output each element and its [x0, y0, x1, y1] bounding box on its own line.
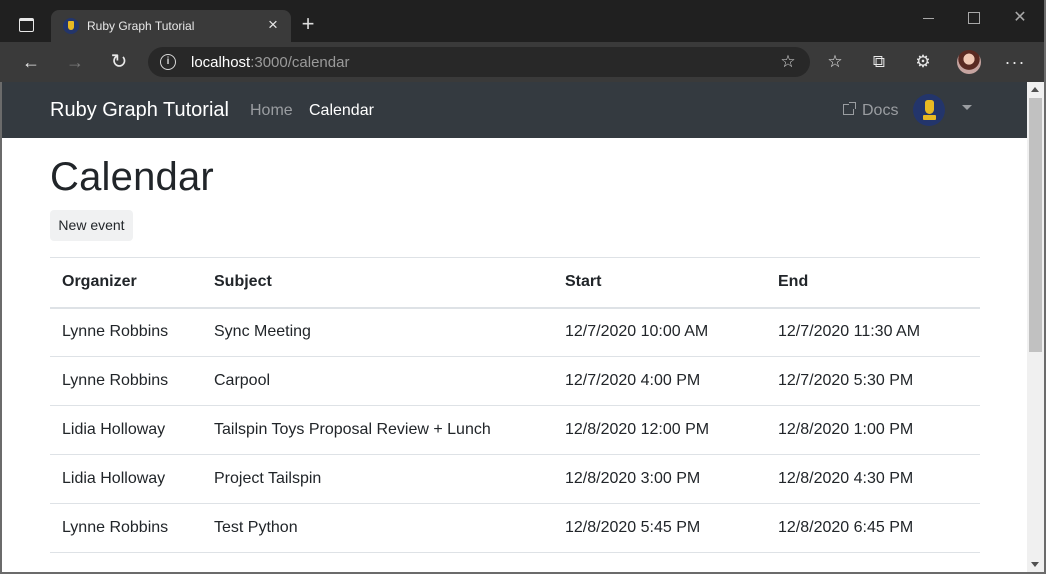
extensions-icon[interactable]: ⚙	[911, 50, 935, 74]
minimize-icon[interactable]	[917, 6, 941, 30]
cell-subject: Carpool	[202, 356, 553, 406]
browser-tab-bar: Ruby Graph Tutorial × + ✕	[0, 0, 1046, 42]
cell-subject: Sync Meeting	[202, 307, 553, 357]
forward-icon[interactable]: →	[63, 50, 87, 74]
table-row: Lynne Robbins Sync Meeting 12/7/2020 10:…	[50, 307, 980, 357]
table-row: Lidia Holloway Tailspin Toys Proposal Re…	[50, 405, 980, 455]
cell-start: 12/8/2020 5:45 PM	[553, 503, 766, 553]
table-row: Lynne Robbins Test Python 12/8/2020 5:45…	[50, 503, 980, 553]
maximize-icon[interactable]	[962, 6, 986, 30]
cell-start: 12/7/2020 10:00 AM	[553, 307, 766, 357]
header-end: End	[766, 257, 980, 309]
url-host: localhost	[191, 54, 251, 71]
cell-subject: Project Tailspin	[202, 454, 553, 504]
cell-subject: Test Python	[202, 503, 553, 553]
nav-link-calendar[interactable]: Calendar	[309, 102, 374, 120]
browser-toolbar: ← → ↻ i localhost:3000/calendar ☆ ☆ ⧉ ⚙ …	[0, 42, 1046, 82]
scroll-down-arrow-icon[interactable]	[1031, 562, 1039, 567]
scrollbar-thumb[interactable]	[1029, 98, 1042, 352]
url-path: :3000/calendar	[250, 54, 350, 71]
cell-end: 12/8/2020 4:30 PM	[766, 454, 980, 504]
tab-title: Ruby Graph Tutorial	[87, 19, 195, 33]
window-frame-left	[0, 82, 2, 574]
tab-favicon-icon	[63, 18, 79, 34]
header-subject: Subject	[202, 257, 553, 309]
docs-label: Docs	[862, 102, 899, 119]
cell-end: 12/8/2020 6:45 PM	[766, 503, 980, 553]
user-menu-caret-icon[interactable]	[962, 105, 972, 110]
cell-start: 12/8/2020 12:00 PM	[553, 405, 766, 455]
header-organizer: Organizer	[50, 257, 202, 309]
collections-icon[interactable]: ⧉	[867, 50, 891, 74]
user-avatar[interactable]	[913, 94, 945, 126]
favorites-icon[interactable]: ☆	[823, 50, 847, 74]
tab-close-icon[interactable]: ×	[263, 15, 283, 35]
cell-start: 12/8/2020 3:00 PM	[553, 454, 766, 504]
app-navbar: Ruby Graph Tutorial Home Calendar Docs	[2, 82, 1027, 138]
url-text[interactable]: localhost:3000/calendar	[191, 54, 349, 71]
site-info-icon[interactable]: i	[160, 54, 176, 70]
table-header-row: Organizer Subject Start End	[50, 257, 980, 309]
navbar-brand[interactable]: Ruby Graph Tutorial	[50, 99, 229, 122]
profile-avatar[interactable]	[957, 50, 981, 74]
docs-link[interactable]: Docs	[843, 102, 898, 120]
page-scrollbar[interactable]	[1027, 82, 1044, 572]
cell-start: 12/7/2020 4:00 PM	[553, 356, 766, 406]
table-row: Lynne Robbins Carpool 12/7/2020 4:00 PM …	[50, 356, 980, 406]
cell-end: 12/7/2020 11:30 AM	[766, 307, 980, 357]
window-menu-icon[interactable]	[19, 18, 34, 32]
reload-icon[interactable]: ↻	[107, 50, 131, 74]
events-table: Organizer Subject Start End Lynne Robbin…	[50, 257, 980, 553]
cell-organizer: Lidia Holloway	[50, 405, 202, 455]
scroll-up-arrow-icon[interactable]	[1031, 87, 1039, 92]
address-bar[interactable]: i localhost:3000/calendar ☆	[148, 47, 810, 77]
cell-organizer: Lynne Robbins	[50, 307, 202, 357]
new-event-button[interactable]: New event	[50, 210, 133, 241]
window-close-icon[interactable]: ✕	[1008, 6, 1032, 30]
page-viewport: Ruby Graph Tutorial Home Calendar Docs C…	[2, 82, 1027, 572]
nav-link-home[interactable]: Home	[250, 102, 293, 120]
header-start: Start	[553, 257, 766, 309]
cell-end: 12/7/2020 5:30 PM	[766, 356, 980, 406]
cell-organizer: Lynne Robbins	[50, 503, 202, 553]
browser-tab[interactable]: Ruby Graph Tutorial ×	[51, 10, 291, 42]
back-icon[interactable]: ←	[19, 50, 43, 74]
new-tab-button[interactable]: +	[297, 13, 319, 35]
cell-end: 12/8/2020 1:00 PM	[766, 405, 980, 455]
cell-organizer: Lidia Holloway	[50, 454, 202, 504]
add-favorite-icon[interactable]: ☆	[778, 52, 798, 72]
table-row: Lidia Holloway Project Tailspin 12/8/202…	[50, 454, 980, 504]
more-menu-icon[interactable]: ···	[1003, 50, 1027, 74]
cell-subject: Tailspin Toys Proposal Review + Lunch	[202, 405, 553, 455]
external-link-icon	[843, 102, 856, 115]
page-title: Calendar	[50, 155, 214, 199]
cell-organizer: Lynne Robbins	[50, 356, 202, 406]
